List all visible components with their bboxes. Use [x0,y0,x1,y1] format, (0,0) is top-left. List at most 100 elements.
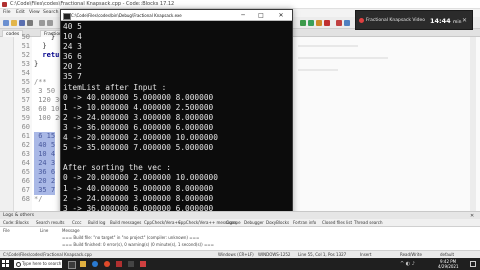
build-and-run-icon[interactable] [316,20,322,26]
menu-edit[interactable]: Edit [16,9,25,17]
menu-view[interactable]: View [29,9,40,17]
codeblocks-icon[interactable] [116,261,122,267]
edge-icon[interactable] [92,261,98,267]
line-number: 63 [21,150,30,158]
tab-debugger[interactable]: Debugger [244,219,264,227]
stop-icon[interactable] [324,20,330,26]
tab-doxyblocks[interactable]: DoxyBlocks [266,219,289,227]
code-placeholder [298,57,388,59]
notifications-icon[interactable] [470,261,476,267]
code-placeholder [298,69,338,71]
selected-comment-line: 24 3 [34,159,56,168]
console-line: 1 -> 10.000000 4.000000 2.500000 [63,102,214,112]
taskbar: Type here to search ^ ◐ ♪ 9:42 PM 4/29/2… [0,258,480,270]
video-notification[interactable]: Fractional Knapsack Video 14:44 min ✕ [355,10,473,30]
statusbar: C:\Code\Files\codes\Fractional Knapsack.… [0,250,480,258]
tab-fortran-info[interactable]: Fortran info [293,219,316,227]
console-line: 3 -> 36.000000 6.000000 6.000000 [63,122,214,132]
console-line: 0 -> 40.000000 5.000000 8.000000 [63,92,214,102]
console-titlebar[interactable]: C:\Code\Files\codes\bin\Debug\Fractional… [61,10,292,21]
new-file-icon[interactable] [3,20,9,26]
line-number: 58 [21,105,30,113]
comment-line: 60 10 [34,105,60,113]
selected-comment-line: 6 15 [34,132,56,141]
chrome-icon[interactable] [104,261,110,267]
tab-cppcheck[interactable]: CppCheck/Vera++ [144,219,181,227]
ide-titlebar: C:\Code\Files\codes\Fractional Knapsack.… [0,0,480,9]
console-line: 35 7 [63,72,82,82]
task-view-icon[interactable] [68,261,76,269]
minimize-button[interactable]: ─ [236,10,250,21]
tab-build-messages[interactable]: Build messages [110,219,141,227]
logs-body: File Line Message === Build file: "no ta… [0,227,480,250]
logs-tabs: Code::Blocks Search results Cccc Build l… [0,219,480,227]
log-message: === Build finished: 0 error(s), 0 warnin… [62,242,215,247]
selected-comment-line: 35 7 [34,186,56,195]
tab-closed-files[interactable]: Closed files list [322,219,352,227]
editor-right-area [294,37,480,211]
console-line: 24 3 [63,42,82,52]
console-icon[interactable] [128,261,134,267]
close-button[interactable]: ✕ [274,10,288,21]
line-number: 59 [21,114,30,122]
redo-icon[interactable] [47,20,53,26]
log-header-line: Line [40,228,49,233]
maximize-button[interactable]: □ [254,10,268,21]
tab-cscope[interactable]: Cscope [226,219,241,227]
log-header-file: File [3,228,10,233]
selected-comment-line: 40 5 [34,141,56,150]
line-number: 64 [21,159,30,167]
windows-start-icon[interactable] [2,260,10,268]
tab-build-log[interactable]: Build log [88,219,105,227]
taskbar-date: 4/29/2021 [438,264,459,269]
line-number: 53 [21,60,30,68]
taskbar-search-input[interactable]: Type here to search [14,260,62,268]
debug-icon[interactable] [336,20,342,26]
log-message: === Build file: "no target" in "no proje… [62,235,200,240]
notification-time-unit: min [452,20,462,25]
record-icon [359,18,364,23]
tab-thread-search[interactable]: Thread search [354,219,383,227]
undo-icon[interactable] [39,20,45,26]
console-line: 20 2 [63,62,82,72]
save-all-icon[interactable] [27,20,33,26]
system-tray-icons[interactable]: ^ ◐ ♪ [400,258,415,270]
tab-codeblocks-log[interactable]: Code::Blocks [3,219,29,227]
comment-line: /** [34,78,47,86]
selected-comment-line: 20 2 [34,177,56,186]
step-icon[interactable] [344,20,350,26]
line-number: 66 [21,177,30,185]
line-number: 55 [21,78,30,86]
console-line: 40 5 [63,22,82,31]
code-line: } [34,33,56,41]
selected-comment-line: 36 6 [34,168,56,177]
recorder-icon[interactable] [140,261,146,267]
menu-search[interactable]: Search [43,9,58,17]
open-folder-icon[interactable] [11,20,17,26]
line-number: 65 [21,168,30,176]
line-number: 60 [21,123,30,131]
line-number: 67 [21,186,30,194]
search-placeholder: Type here to search [22,261,62,266]
editor-scrollbar[interactable] [470,37,476,211]
console-line: 10 4 [63,32,82,42]
menu-file[interactable]: File [3,9,11,17]
line-number: 50 [21,33,30,41]
console-line: 2 -> 24.000000 3.000000 8.000000 [63,193,214,203]
save-icon[interactable] [19,20,25,26]
console-line: 2 -> 24.000000 3.000000 8.000000 [63,112,214,122]
run-icon[interactable] [308,20,314,26]
tab-search-results[interactable]: Search results [36,219,64,227]
ide-window-title: C:\Code\Files\codes\Fractional Knapsack.… [10,1,175,7]
search-icon [16,262,21,267]
line-number: 51 [21,42,30,50]
build-icon[interactable] [300,20,306,26]
notification-close-button[interactable]: ✕ [462,11,467,31]
console-line: 1 -> 40.000000 5.000000 8.000000 [63,183,214,193]
editor-gutter [0,37,14,211]
file-explorer-icon[interactable] [80,261,86,267]
tab-cccc[interactable]: Cccc [72,219,81,227]
comment-line: */ [34,195,43,203]
console-title: C:\Code\Files\codes\bin\Debug\Fractional… [71,13,182,18]
console-line: 5 -> 35.000000 7.000000 5.000000 [63,143,214,153]
